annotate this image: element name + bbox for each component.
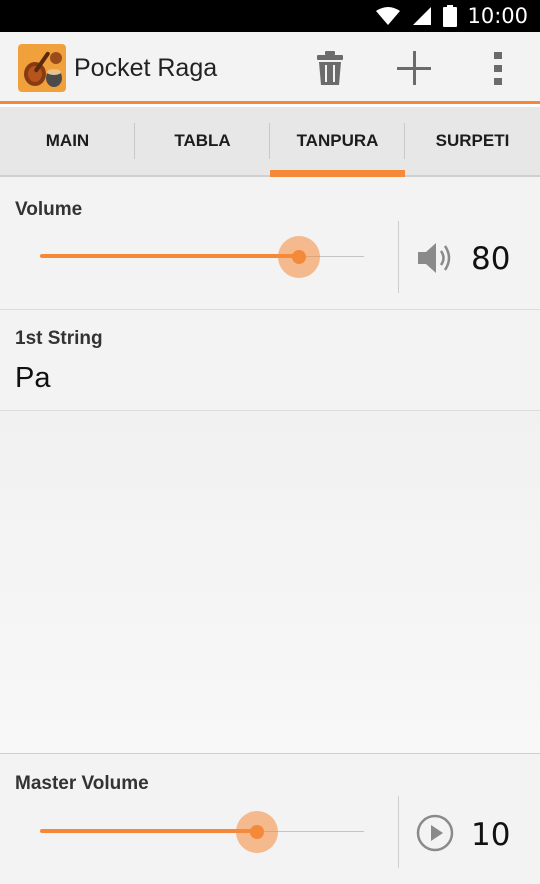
tab-surpeti[interactable]: SURPETI	[405, 107, 540, 175]
speaker-icon	[418, 243, 451, 273]
trash-icon	[317, 51, 343, 85]
tab-main[interactable]: MAIN	[0, 107, 135, 175]
app-title: Pocket Raga	[74, 54, 218, 82]
first-string-label: 1st String	[15, 328, 103, 349]
slider-thumb[interactable]	[250, 825, 265, 839]
master-volume-panel: Master Volume 10	[0, 754, 540, 884]
tab-label: SURPETI	[435, 131, 510, 150]
master-volume-slider[interactable]	[40, 811, 364, 853]
divider	[398, 796, 399, 868]
app-bar: Pocket Raga	[0, 32, 540, 104]
slider-fill	[40, 829, 258, 833]
volume-value: 80	[471, 241, 511, 277]
overflow-menu-button[interactable]	[476, 46, 520, 90]
plus-icon	[397, 51, 431, 85]
tab-label: TANPURA	[296, 131, 379, 150]
wifi-icon	[376, 7, 401, 25]
mute-button[interactable]	[416, 239, 454, 282]
overflow-menu-icon	[494, 52, 502, 85]
tab-tabla[interactable]: TABLA	[135, 107, 270, 175]
play-icon	[416, 814, 454, 852]
add-button[interactable]	[392, 46, 436, 90]
content-area	[0, 411, 540, 754]
play-button[interactable]	[416, 814, 454, 857]
battery-icon	[443, 5, 458, 27]
slider-fill	[40, 254, 300, 258]
volume-slider[interactable]	[40, 236, 364, 278]
volume-label: Volume	[15, 199, 83, 220]
tab-bar: MAIN TABLA TANPURA SURPETI	[0, 107, 540, 177]
first-string-value: Pa	[15, 362, 51, 394]
master-volume-value: 10	[471, 817, 511, 853]
first-string-row[interactable]: 1st String Pa	[0, 310, 540, 411]
tab-tanpura[interactable]: TANPURA	[270, 107, 405, 177]
divider	[398, 221, 399, 293]
app-logo-icon	[18, 44, 66, 92]
tab-label: MAIN	[45, 131, 90, 150]
delete-button[interactable]	[308, 46, 352, 90]
volume-panel: Volume 80	[0, 177, 540, 310]
status-time: 10:00	[467, 4, 528, 28]
cell-signal-icon	[413, 7, 432, 25]
status-bar: 10:00	[0, 0, 540, 32]
master-volume-label: Master Volume	[15, 773, 149, 794]
tab-label: TABLA	[174, 131, 231, 150]
